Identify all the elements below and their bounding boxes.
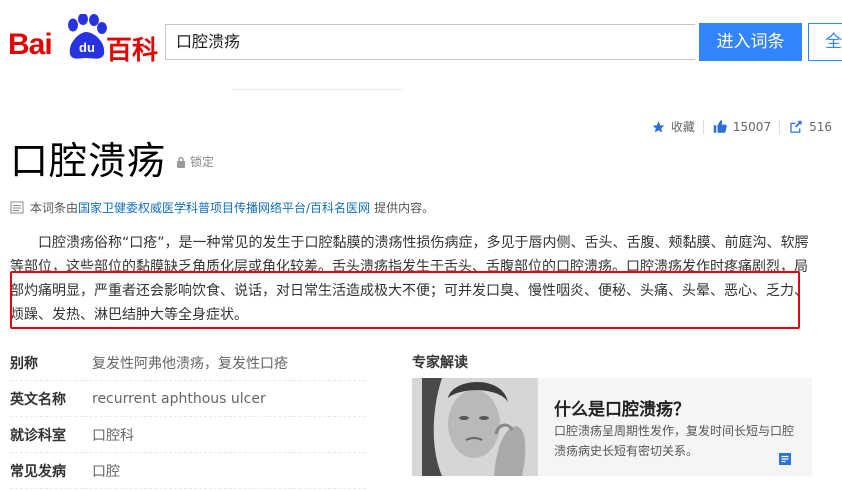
document-icon [10, 201, 24, 214]
info-label: 就诊科室 [10, 427, 66, 444]
like-count: 15007 [732, 119, 772, 134]
basic-info-row: 就诊科室 口腔科 [10, 417, 366, 453]
logo-text-bai: Bai [8, 28, 53, 61]
lock-icon [177, 156, 185, 168]
logo-text-baike: 百科 [106, 36, 159, 66]
share-button[interactable]: 516 [788, 119, 832, 134]
share-icon [790, 120, 802, 133]
info-value: 复发性阿弗他溃疡，复发性口疮 [92, 355, 288, 372]
divider [232, 89, 404, 90]
info-label: 别称 [10, 355, 38, 372]
info-label: 常见发病 [10, 463, 66, 480]
search-input[interactable]: 口腔溃疡 [165, 24, 695, 60]
basic-info-row: 常见发病 口腔 [10, 453, 366, 489]
search-all-button[interactable]: 全 [808, 23, 842, 61]
source-link[interactable]: 国家卫健委权威医学科普项目传播网络平台/百科名医网 [78, 199, 370, 216]
thumb-up-icon [713, 120, 727, 133]
collect-label: 收藏 [670, 120, 695, 134]
info-value: 口腔 [92, 463, 120, 480]
stats-divider [779, 119, 781, 134]
source-note: 本词条由 国家卫健委权威医学科普项目传播网络平台/百科名医网 提供内容。 [10, 199, 434, 216]
expert-description: 口腔溃疡呈周期性发作，复发时间长短与口腔溃疡病史长短有密切关系。 [554, 424, 795, 458]
baidu-paw-icon: du [68, 14, 107, 59]
like-button[interactable]: 15007 [712, 119, 771, 134]
info-value: recurrent aphthous ulcer [92, 390, 266, 407]
collect-button[interactable]: 收藏 [651, 118, 695, 135]
lock-label: 锁定 [190, 155, 215, 169]
logo-text-du: du [79, 40, 95, 55]
red-highlight-box [10, 271, 800, 329]
basic-info-list: 别称 复发性阿弗他溃疡，复发性口疮 英文名称 recurrent aphthou… [10, 345, 366, 489]
info-value: 口腔科 [92, 427, 134, 444]
basic-info-row: 别称 复发性阿弗他溃疡，复发性口疮 [10, 345, 366, 381]
woman-toothache-photo [412, 378, 538, 476]
enter-entry-button[interactable]: 进入词条 [699, 23, 802, 61]
stats-divider [702, 119, 704, 134]
info-label: 英文名称 [10, 391, 66, 408]
share-count: 516 [809, 119, 832, 134]
source-suffix: 提供内容。 [374, 201, 435, 215]
expert-section-title: 专家解读 [412, 355, 468, 371]
expert-card[interactable]: 什么是口腔溃疡？ 口腔溃疡呈周期性发作，复发时间长短与口腔溃疡病史长短有密切关系… [412, 378, 812, 476]
lock-status[interactable]: 锁定 [176, 153, 214, 170]
expert-photo [412, 378, 538, 476]
entry-stats: 收藏 15007 516 [651, 118, 832, 135]
baidu-baike-logo[interactable]: Bai du 百科 [8, 14, 158, 66]
star-icon [652, 120, 665, 133]
basic-info-row: 英文名称 recurrent aphthous ulcer [10, 381, 366, 417]
page-title: 口腔溃疡 [10, 139, 167, 183]
doctor-note-icon[interactable] [778, 452, 792, 466]
expert-question[interactable]: 什么是口腔溃疡？ [554, 395, 690, 420]
source-prefix: 本词条由 [30, 201, 79, 215]
